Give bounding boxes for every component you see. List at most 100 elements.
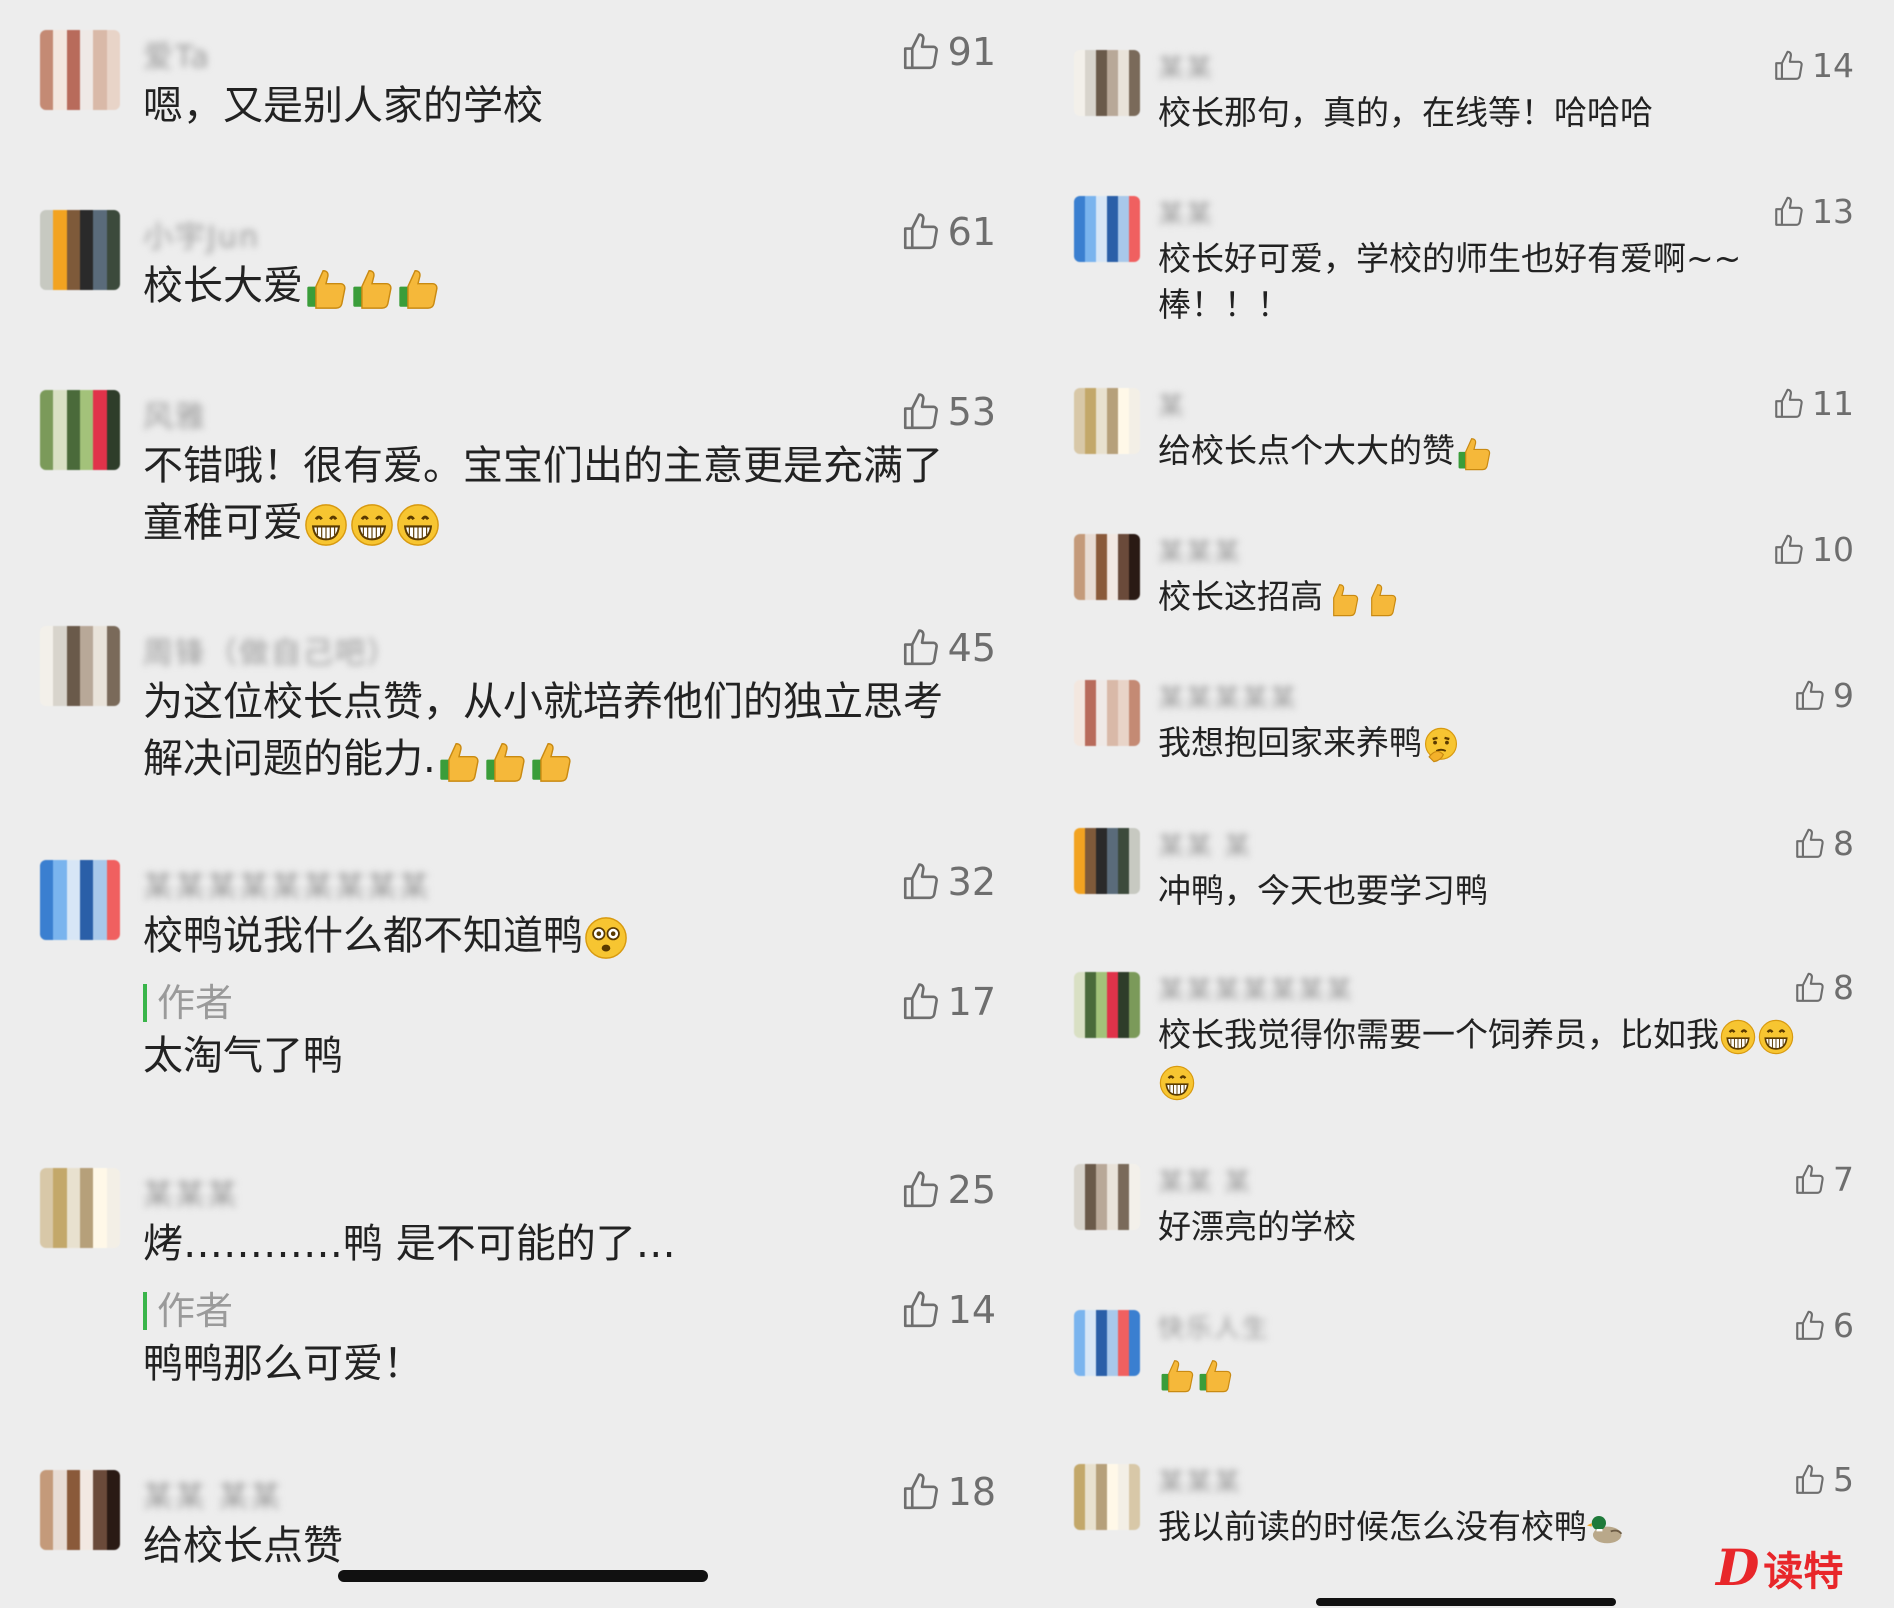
avatar[interactable] xyxy=(1074,534,1140,600)
avatar[interactable] xyxy=(40,860,120,940)
avatar[interactable] xyxy=(1074,50,1140,116)
thinking-emoji-icon xyxy=(1424,727,1458,762)
like-count: 8 xyxy=(1833,824,1854,863)
like-button[interactable]: 13 xyxy=(1772,192,1854,231)
comment-text: 不错哦！很有爱。宝宝们出的主意更是充满了 xyxy=(143,438,943,495)
nickname[interactable]: 某某某某某 xyxy=(1158,678,1298,715)
comment-text-content: 解决问题的能力. xyxy=(143,736,436,782)
comment-text-content: 不错哦！很有爱。宝宝们出的主意更是充满了 xyxy=(143,443,943,489)
thumbs-up-icon xyxy=(1796,1164,1824,1194)
nickname[interactable]: 某某某某某某某某某 xyxy=(143,862,431,906)
nickname[interactable]: 快乐人生 xyxy=(1158,1308,1270,1345)
thumbs-up-icon xyxy=(1796,828,1824,858)
like-button[interactable]: 5 xyxy=(1793,1460,1854,1499)
thumbs-up-icon xyxy=(1775,50,1803,80)
like-button[interactable]: 11 xyxy=(1772,384,1854,423)
like-count: 32 xyxy=(947,860,996,904)
thumbs-up-icon xyxy=(1775,388,1803,418)
avatar[interactable] xyxy=(1074,680,1140,746)
home-indicator-right xyxy=(1316,1598,1616,1606)
thumbs-up-icon xyxy=(1796,972,1824,1002)
like-button[interactable]: 18 xyxy=(900,1470,996,1514)
avatar[interactable] xyxy=(1074,196,1140,262)
thumbs-up-icon xyxy=(903,629,938,666)
nickname[interactable]: 某某 某 xyxy=(1158,1162,1252,1199)
like-button[interactable]: 8 xyxy=(1793,968,1854,1007)
like-button[interactable]: 61 xyxy=(900,210,996,254)
like-button[interactable]: 45 xyxy=(900,626,996,670)
avatar[interactable] xyxy=(1074,1310,1140,1376)
like-count: 61 xyxy=(947,210,996,254)
thumbs-up-icon xyxy=(1796,1464,1824,1494)
avatar[interactable] xyxy=(40,30,120,110)
reply-like-count: 17 xyxy=(947,980,996,1024)
comment-text: 好漂亮的学校 xyxy=(1158,1204,1356,1250)
avatar[interactable] xyxy=(1074,828,1140,894)
like-button[interactable]: 7 xyxy=(1793,1160,1854,1199)
reply-like-count: 14 xyxy=(947,1288,996,1332)
nickname[interactable]: 某某 xyxy=(1158,194,1214,231)
nickname[interactable]: 某某某 xyxy=(1158,1462,1242,1499)
comment-text-content: 给校长点赞 xyxy=(143,1523,343,1569)
nickname[interactable]: 某某某 xyxy=(1158,532,1242,569)
avatar[interactable] xyxy=(40,1470,120,1550)
avatar[interactable] xyxy=(40,390,120,470)
reply-like-button[interactable]: 14 xyxy=(900,1288,996,1332)
like-count: 18 xyxy=(947,1470,996,1514)
comment-text-content: 校长这招高 xyxy=(1158,577,1323,616)
avatar[interactable] xyxy=(40,1168,120,1248)
comment-text-content: 校长那句，真的，在线等！哈哈哈 xyxy=(1158,93,1653,132)
thumbs-up-emoji-icon xyxy=(1458,437,1491,470)
nickname[interactable]: 某某某某某某某 xyxy=(1158,970,1354,1007)
avatar[interactable] xyxy=(1074,1164,1140,1230)
comment-text: 校长好可爱，学校的师生也好有爱啊~~ xyxy=(1158,236,1741,282)
like-button[interactable]: 9 xyxy=(1793,676,1854,715)
nickname[interactable]: 小宇Jun xyxy=(143,212,260,256)
thumbs-up-icon xyxy=(903,1171,938,1208)
comment-text: 校长我觉得你需要一个饲养员，比如我 xyxy=(1158,1012,1795,1058)
like-button[interactable]: 25 xyxy=(900,1168,996,1212)
avatar[interactable] xyxy=(1074,1464,1140,1530)
like-button[interactable]: 8 xyxy=(1793,824,1854,863)
like-button[interactable]: 14 xyxy=(1772,46,1854,85)
comment-text: 我以前读的时候怎么没有校鸭 xyxy=(1158,1504,1625,1550)
comment-text-content: 为这位校长点赞，从小就培养他们的独立思考 xyxy=(143,679,943,725)
nickname[interactable]: 某某某 xyxy=(143,1170,239,1214)
nickname[interactable]: 周锋（做自己吧） xyxy=(143,628,399,672)
like-count: 10 xyxy=(1812,530,1854,569)
like-button[interactable]: 91 xyxy=(900,30,996,74)
grin-emoji-icon xyxy=(305,504,347,546)
like-button[interactable]: 32 xyxy=(900,860,996,904)
nickname[interactable]: 某某 某 xyxy=(1158,826,1252,863)
nickname[interactable]: 某某 xyxy=(1158,48,1214,85)
comment-text-content: 冲鸭，今天也要学习鸭 xyxy=(1158,871,1488,910)
comment-text-content: 棒！！！ xyxy=(1158,285,1290,324)
thumbs-up-icon xyxy=(903,393,938,430)
comment-text-content: 校长好可爱，学校的师生也好有爱啊~~ xyxy=(1158,239,1742,278)
thumbs-up-icon xyxy=(903,983,938,1020)
like-button[interactable]: 6 xyxy=(1793,1306,1854,1345)
thumbs-up-icon xyxy=(903,1473,938,1510)
like-button[interactable]: 53 xyxy=(900,390,996,434)
like-button[interactable]: 10 xyxy=(1772,530,1854,569)
nickname[interactable]: 某某 某某 xyxy=(143,1472,283,1516)
avatar[interactable] xyxy=(1074,972,1140,1038)
comment-text xyxy=(1158,1058,1196,1104)
avatar[interactable] xyxy=(1074,388,1140,454)
avatar[interactable] xyxy=(40,210,120,290)
like-count: 14 xyxy=(1812,46,1854,85)
thumbs-up-icon xyxy=(1796,1310,1824,1340)
grin-emoji-icon xyxy=(1159,1065,1195,1100)
like-count: 45 xyxy=(947,626,996,670)
comment-text: 嗯，又是别人家的学校 xyxy=(143,78,543,135)
nickname[interactable]: 某 xyxy=(1158,386,1186,423)
comment-text-content: 嗯，又是别人家的学校 xyxy=(143,83,543,129)
reply-like-button[interactable]: 17 xyxy=(900,980,996,1024)
comment-text-content: 给校长点个大大的赞 xyxy=(1158,431,1455,470)
avatar[interactable] xyxy=(40,626,120,706)
comment-text-content: 好漂亮的学校 xyxy=(1158,1207,1356,1246)
thumbs-up-emoji-icon xyxy=(486,743,525,782)
nickname[interactable]: 爱Ta xyxy=(143,32,211,76)
grin-emoji-icon xyxy=(1720,1019,1756,1054)
nickname[interactable]: 风雅 xyxy=(143,392,207,436)
